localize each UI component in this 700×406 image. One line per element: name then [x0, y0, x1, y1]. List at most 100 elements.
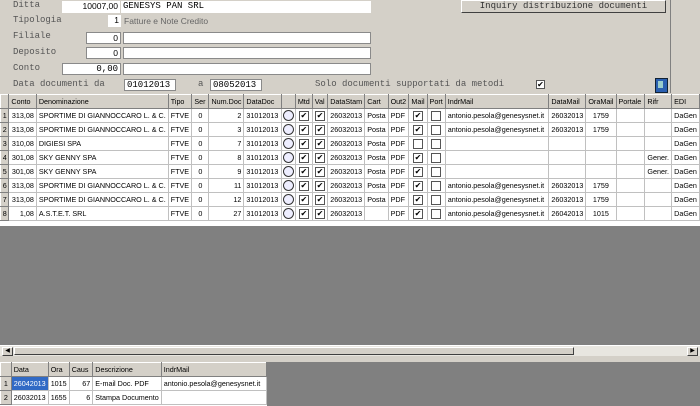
solo-documenti-checkbox[interactable]: ✔ — [536, 80, 545, 89]
checkbox-val[interactable]: ✔ — [315, 110, 325, 121]
row-number[interactable]: 2 — [0, 122, 10, 137]
checkbox-port[interactable] — [431, 124, 442, 135]
checkbox-mtd[interactable]: ✔ — [298, 110, 309, 121]
checkbox-val[interactable]: ✔ — [315, 166, 325, 177]
checkbox-port[interactable] — [431, 138, 442, 149]
magnifier-icon[interactable] — [282, 208, 294, 219]
checkbox-port[interactable] — [431, 110, 442, 121]
checkbox-mtd[interactable]: ✔ — [298, 180, 309, 191]
col-header-numdoc[interactable]: Num.Doc — [208, 94, 245, 109]
row-number[interactable]: 6 — [0, 178, 10, 193]
table-row[interactable]: 8 1,08 A.S.T.E.T. SRL FTVE 0 27 31012013 ✔ ✔ 2603… — [0, 206, 700, 221]
col-header-datamail[interactable]: DataMail — [548, 94, 587, 109]
row-number[interactable]: 8 — [0, 206, 10, 221]
scroll-thumb[interactable] — [14, 347, 574, 355]
row-number[interactable]: 3 — [0, 136, 10, 151]
row-number[interactable]: 1 — [0, 108, 10, 123]
checkbox-mtd[interactable]: ✔ — [298, 166, 309, 177]
col-header-datadoc[interactable]: DataDoc — [243, 94, 282, 109]
date-from-field[interactable]: 01012013 — [124, 79, 176, 91]
col-header-denominazione[interactable]: Denominazione — [35, 94, 169, 109]
detail-col-caus[interactable]: Caus — [68, 362, 94, 377]
detail-row[interactable]: 1 26042013 1015 67 E-mail Doc. PDF antonio.pe… — [0, 376, 267, 391]
magnifier-icon[interactable] — [282, 124, 294, 135]
col-header-conto[interactable]: Conto — [8, 94, 37, 109]
col-header-val[interactable]: Val — [311, 94, 329, 109]
table-row[interactable]: 1 313,08 SPORTIME DI GIANNOCCARO L. & C. FT… — [0, 108, 700, 123]
scroll-left-icon[interactable]: ◀ — [2, 347, 13, 356]
checkbox-mail[interactable]: ✔ — [412, 208, 423, 219]
checkbox-mail[interactable]: ✔ — [412, 110, 423, 121]
col-header-tipo[interactable]: Tipo — [167, 94, 193, 109]
checkbox-mtd[interactable]: ✔ — [298, 152, 309, 163]
detail-col-data[interactable]: Data — [10, 362, 49, 377]
col-header-portale[interactable]: Portale — [615, 94, 646, 109]
checkbox-mail[interactable]: ✔ — [412, 166, 423, 177]
col-header-oramail[interactable]: OraMail — [585, 94, 617, 109]
table-row[interactable]: 7 313,08 SPORTIME DI GIANNOCCARO L. & C. FT… — [0, 192, 700, 207]
conto-field[interactable]: 0,00 — [62, 63, 121, 75]
magnifier-icon[interactable] — [282, 152, 294, 163]
magnifier-icon[interactable] — [282, 180, 294, 191]
detail-col-indrmail[interactable]: IndrMail — [160, 362, 267, 377]
col-header-ser[interactable]: Ser — [191, 94, 210, 109]
documents-horizontal-scrollbar[interactable]: ◀ ▶ — [0, 345, 700, 356]
table-row[interactable]: 6 313,08 SPORTIME DI GIANNOCCARO L. & C. FT… — [0, 178, 700, 193]
checkbox-mail[interactable]: ✔ — [412, 152, 423, 163]
col-header-edi[interactable]: EDI — [671, 94, 700, 109]
inquiry-button[interactable]: Inquiry distribuzione documenti — [461, 0, 666, 13]
deposito-field[interactable]: 0 — [86, 47, 121, 59]
detail-row-number[interactable]: 2 — [0, 390, 12, 405]
table-row[interactable]: 4 301,08 SKY GENNY SPA FTVE 0 8 31012013 ✔ ✔ 2603… — [0, 150, 700, 165]
exit-door-icon[interactable] — [655, 78, 668, 93]
detail-col-ora[interactable]: Ora — [47, 362, 70, 377]
checkbox-port[interactable] — [431, 152, 442, 163]
date-to-field[interactable]: 08052013 — [210, 79, 262, 91]
col-header-mail[interactable]: Mail — [408, 94, 428, 109]
checkbox-port[interactable] — [431, 180, 442, 191]
ditta-code-field[interactable]: 10007,00 — [62, 1, 120, 13]
detail-col-descrizione[interactable]: Descrizione — [92, 362, 162, 377]
col-header-view[interactable] — [280, 94, 296, 109]
checkbox-mtd[interactable]: ✔ — [298, 138, 309, 149]
magnifier-icon[interactable] — [282, 110, 294, 121]
tipologia-field[interactable]: 1 — [108, 15, 121, 27]
row-number[interactable]: 4 — [0, 150, 10, 165]
col-header-indrmail[interactable]: IndrMail — [444, 94, 550, 109]
checkbox-val[interactable]: ✔ — [315, 138, 325, 149]
scroll-right-icon[interactable]: ▶ — [687, 347, 698, 356]
magnifier-icon[interactable] — [282, 138, 294, 149]
checkbox-port[interactable] — [431, 194, 442, 205]
checkbox-val[interactable]: ✔ — [315, 194, 325, 205]
row-number[interactable]: 5 — [0, 164, 10, 179]
detail-row-number[interactable]: 1 — [0, 376, 12, 391]
table-row[interactable]: 2 313,08 SPORTIME DI GIANNOCCARO L. & C. FT… — [0, 122, 700, 137]
checkbox-mail[interactable] — [412, 138, 423, 149]
table-row[interactable]: 3 310,08 DIGIESI SPA FTVE 0 7 31012013 ✔ ✔ 260320… — [0, 136, 700, 151]
col-header-cart[interactable]: Cart — [364, 94, 389, 109]
checkbox-val[interactable]: ✔ — [315, 180, 325, 191]
col-header-port[interactable]: Port — [426, 94, 446, 109]
checkbox-mtd[interactable]: ✔ — [298, 124, 309, 135]
checkbox-port[interactable] — [431, 208, 442, 219]
checkbox-val[interactable]: ✔ — [315, 208, 325, 219]
magnifier-icon[interactable] — [282, 194, 294, 205]
col-header-out2[interactable]: Out2 — [387, 94, 410, 109]
checkbox-port[interactable] — [431, 166, 442, 177]
filiale-field[interactable]: 0 — [86, 32, 121, 44]
checkbox-val[interactable]: ✔ — [315, 152, 325, 163]
checkbox-mtd[interactable]: ✔ — [298, 194, 309, 205]
row-number[interactable]: 7 — [0, 192, 10, 207]
col-header-datastam[interactable]: DataStam — [327, 94, 366, 109]
checkbox-val[interactable]: ✔ — [315, 124, 325, 135]
checkbox-mtd[interactable]: ✔ — [298, 208, 309, 219]
magnifier-icon[interactable] — [282, 166, 294, 177]
cell-edi: DaGen — [671, 108, 700, 123]
col-header-rifr[interactable]: Rifr — [644, 94, 673, 109]
table-row[interactable]: 5 301,08 SKY GENNY SPA FTVE 0 9 31012013 ✔ ✔ 2603… — [0, 164, 700, 179]
detail-row[interactable]: 2 26032013 1655 6 Stampa Documento — [0, 390, 267, 405]
col-header-mtd[interactable]: Mtd — [294, 94, 313, 109]
checkbox-mail[interactable]: ✔ — [412, 194, 423, 205]
checkbox-mail[interactable]: ✔ — [412, 124, 423, 135]
checkbox-mail[interactable]: ✔ — [412, 180, 423, 191]
